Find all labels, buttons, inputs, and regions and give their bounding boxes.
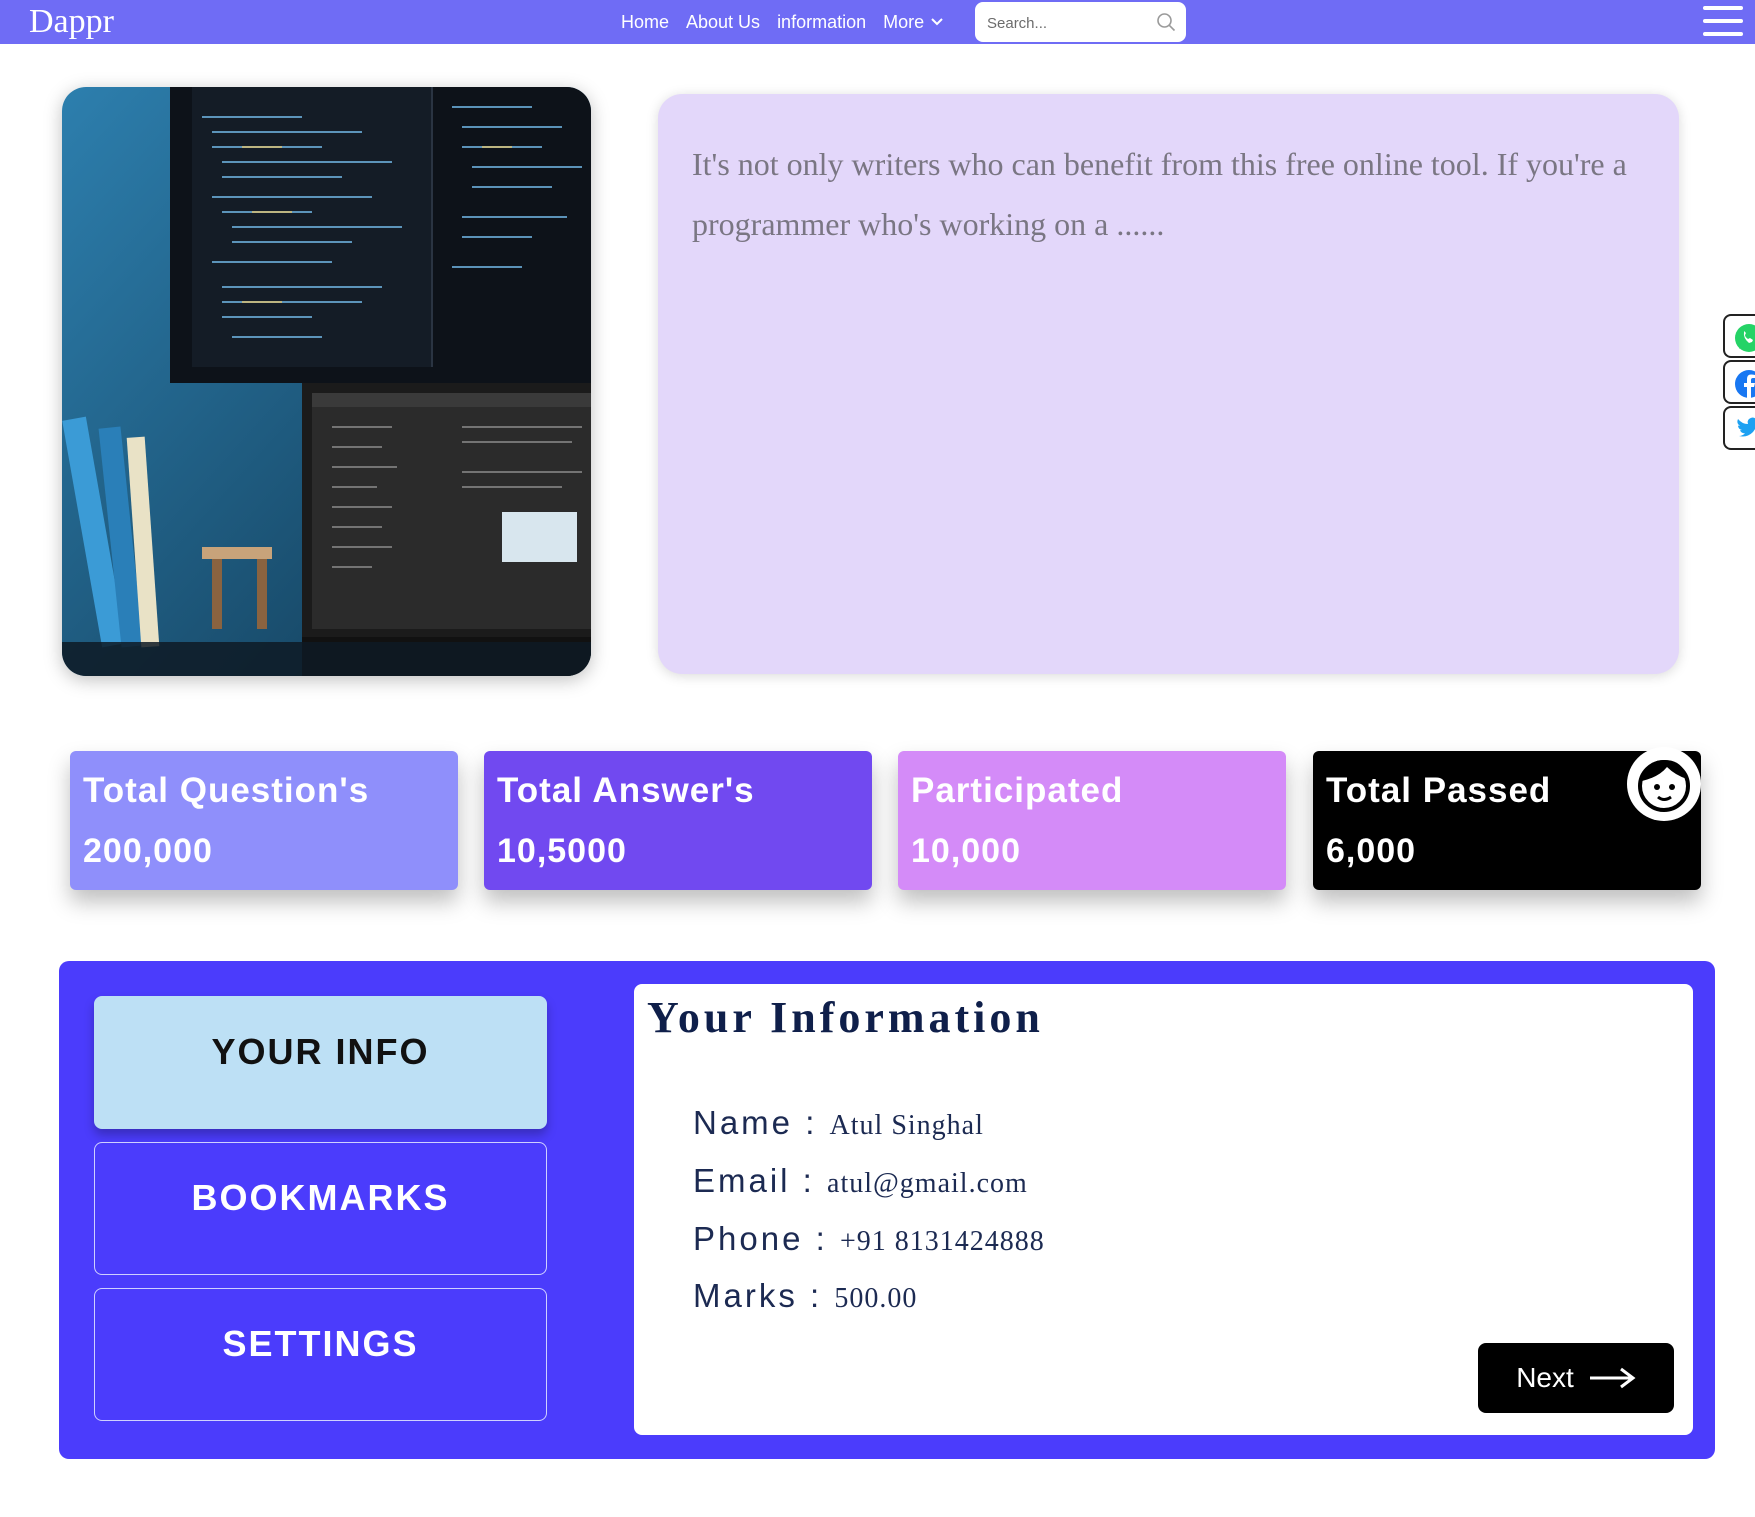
stat-value: 6,000 bbox=[1326, 832, 1417, 870]
info-key: Phone : bbox=[693, 1220, 840, 1257]
info-title: Your Information bbox=[647, 993, 1044, 1042]
info-value: 500.00 bbox=[834, 1283, 918, 1314]
stat-value: 10,000 bbox=[911, 832, 1021, 870]
stat-card-total-answers: Total Answer's 10,5000 bbox=[484, 751, 872, 890]
search-box bbox=[975, 2, 1186, 44]
twitter-icon bbox=[1737, 417, 1755, 437]
info-row-name: Name : Atul Singhal bbox=[693, 1104, 984, 1142]
hero-image bbox=[62, 87, 591, 676]
info-value: Atul Singhal bbox=[829, 1110, 984, 1141]
info-row-email: Email : atul@gmail.com bbox=[693, 1162, 1028, 1200]
user-face-icon bbox=[1627, 747, 1701, 821]
hero-text-card: It's not only writers who can benefit fr… bbox=[658, 94, 1679, 674]
next-button-label: Next bbox=[1516, 1362, 1574, 1393]
settings-tab[interactable]: SETTINGS bbox=[94, 1288, 547, 1421]
bookmarks-tab[interactable]: BOOKMARKS bbox=[94, 1142, 547, 1275]
hero-illustration bbox=[62, 87, 591, 676]
info-row-marks: Marks : 500.00 bbox=[693, 1277, 917, 1315]
info-key: Name : bbox=[693, 1104, 830, 1141]
next-button[interactable]: Next bbox=[1478, 1343, 1674, 1413]
facebook-share-button[interactable] bbox=[1723, 360, 1755, 404]
hero-description: It's not only writers who can benefit fr… bbox=[692, 146, 1627, 242]
hamburger-menu-icon[interactable] bbox=[1703, 4, 1743, 38]
info-card: Your Information Name : Atul Singhal Ema… bbox=[634, 984, 1693, 1435]
info-key: Marks : bbox=[693, 1277, 835, 1314]
navbar: Dappr Home About Us information More bbox=[0, 0, 1755, 44]
stat-label: Participated bbox=[911, 771, 1124, 810]
nav-information-link[interactable]: information bbox=[777, 12, 866, 33]
whatsapp-share-button[interactable] bbox=[1723, 314, 1755, 358]
info-value: +91 8131424888 bbox=[839, 1226, 1045, 1257]
info-key: Email : bbox=[693, 1162, 828, 1199]
nav-more-label: More bbox=[883, 11, 925, 32]
nav-home-link[interactable]: Home bbox=[621, 12, 669, 33]
whatsapp-icon bbox=[1735, 324, 1755, 352]
info-value: atul@gmail.com bbox=[827, 1168, 1028, 1199]
nav-more-dropdown[interactable]: More bbox=[883, 12, 943, 33]
info-row-phone: Phone : +91 8131424888 bbox=[693, 1220, 1045, 1258]
stat-value: 10,5000 bbox=[497, 832, 627, 870]
nav-about-link[interactable]: About Us bbox=[686, 12, 760, 33]
stat-label: Total Answer's bbox=[497, 771, 755, 810]
profile-panel: YOUR INFO BOOKMARKS SETTINGS Your Inform… bbox=[59, 961, 1715, 1459]
stat-value: 200,000 bbox=[83, 832, 213, 870]
stat-card-participated: Participated 10,000 bbox=[898, 751, 1286, 890]
your-info-tab[interactable]: YOUR INFO bbox=[94, 996, 547, 1129]
stat-card-total-passed: Total Passed 6,000 bbox=[1313, 747, 1701, 890]
chevron-down-icon bbox=[931, 18, 943, 26]
arrow-right-icon bbox=[1589, 1367, 1636, 1389]
facebook-icon bbox=[1735, 370, 1755, 398]
nav-links: Home About Us information More bbox=[621, 0, 960, 44]
search-input[interactable] bbox=[985, 2, 1149, 44]
stat-card-total-questions: Total Question's 200,000 bbox=[70, 751, 458, 890]
brand-logo[interactable]: Dappr bbox=[29, 0, 114, 44]
stat-label: Total Question's bbox=[83, 771, 370, 810]
search-icon[interactable] bbox=[1156, 12, 1176, 32]
twitter-share-button[interactable] bbox=[1723, 406, 1755, 450]
